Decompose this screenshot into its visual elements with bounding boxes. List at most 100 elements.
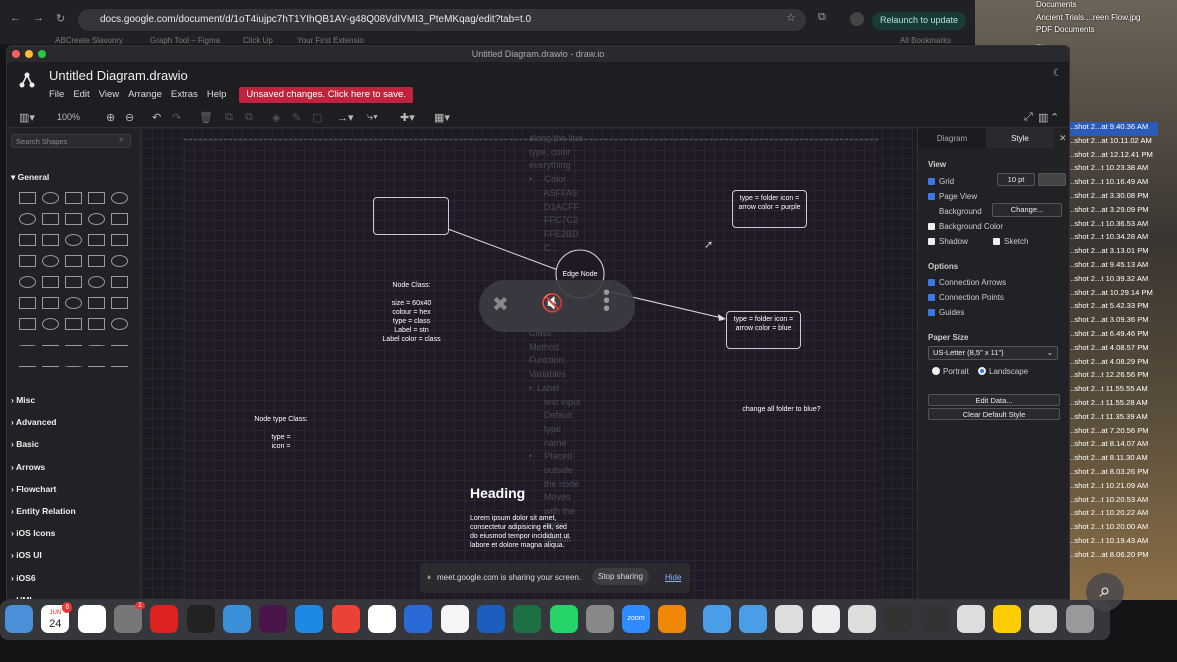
- to-front-icon[interactable]: ⧉: [225, 111, 233, 124]
- shape-item[interactable]: [42, 234, 59, 246]
- shape-item[interactable]: [42, 192, 59, 204]
- guides-checkbox[interactable]: Guides: [928, 308, 964, 317]
- hide-button[interactable]: Hide: [665, 573, 681, 582]
- insert-icon[interactable]: ✚▾: [400, 111, 415, 124]
- fill-color-icon[interactable]: ◈: [272, 111, 280, 124]
- back-icon[interactable]: ←: [10, 12, 21, 24]
- window-thumb-icon[interactable]: [993, 605, 1022, 633]
- word-icon[interactable]: [476, 605, 505, 633]
- shape-item[interactable]: [42, 318, 59, 330]
- background-color-checkbox[interactable]: Background Color: [928, 222, 1003, 231]
- desktop-file[interactable]: PDF Documents: [1036, 25, 1166, 38]
- shape-item[interactable]: [42, 276, 59, 288]
- screenshot-file[interactable]: ...shot 2...at 3.09.36 PM: [1066, 315, 1158, 329]
- shape-item[interactable]: [65, 192, 82, 204]
- screenshot-file[interactable]: ...shot 2...at 8.11.30 AM: [1066, 453, 1158, 467]
- screenshot-file[interactable]: ...shot 2...t 10.20.00 AM: [1066, 522, 1158, 536]
- desktop-file[interactable]: Documents: [1036, 0, 1166, 13]
- shape-item[interactable]: [111, 255, 128, 267]
- node-blue-folder[interactable]: type = folder icon = arrow color = blue: [726, 311, 801, 349]
- window-thumb-icon[interactable]: [920, 605, 949, 633]
- shape-item[interactable]: [88, 297, 105, 309]
- shadow-icon[interactable]: ▢: [312, 111, 322, 124]
- screenshot-file[interactable]: ...shot 2...at 12.12.41 PM: [1066, 150, 1158, 164]
- screenshot-file[interactable]: ...shot 2...t 12.26.56 PM: [1066, 370, 1158, 384]
- to-back-icon[interactable]: ⧉: [245, 111, 253, 124]
- more-options-icon[interactable]: • • •: [603, 283, 610, 319]
- search-shapes-input[interactable]: Search Shapes: [11, 134, 131, 148]
- screenshot-file[interactable]: ...shot 2...at 10.11.02 AM: [1066, 136, 1158, 150]
- shape-item[interactable]: [111, 276, 128, 288]
- theme-icon[interactable]: ☾: [1053, 68, 1062, 79]
- zoom-icon[interactable]: zoom: [622, 605, 651, 633]
- shape-item[interactable]: [65, 276, 82, 288]
- extensions-icon[interactable]: ⧉: [818, 11, 826, 24]
- terminal-icon[interactable]: [186, 605, 215, 633]
- excel-icon[interactable]: [513, 605, 542, 633]
- shape-item[interactable]: [88, 255, 105, 267]
- shape-item[interactable]: [19, 192, 36, 204]
- menu-view[interactable]: View: [99, 87, 119, 103]
- section-general[interactable]: ▾ General: [11, 172, 49, 183]
- shape-item[interactable]: [88, 234, 105, 246]
- menu-arrange[interactable]: Arrange: [128, 87, 162, 103]
- lorem-text[interactable]: Lorem ipsum dolor sit amet, consectetur …: [470, 514, 569, 550]
- section-ios6[interactable]: › iOS6: [11, 573, 36, 583]
- section-ios-ui[interactable]: › iOS UI: [11, 550, 42, 560]
- screenshot-file[interactable]: ...shot 2...at 5.42.33 PM: [1066, 301, 1158, 315]
- docker-icon[interactable]: [222, 605, 251, 633]
- toggle-panel-icon[interactable]: ▥: [1038, 111, 1048, 124]
- document-title[interactable]: Untitled Diagram.drawio: [49, 68, 188, 83]
- settings-icon[interactable]: 1: [113, 602, 145, 633]
- screenshot-file[interactable]: ...shot 2...at 8.03.26 PM: [1066, 467, 1158, 481]
- sketch-checkbox[interactable]: Sketch: [993, 237, 1028, 246]
- reminders-icon[interactable]: [77, 605, 106, 633]
- shape-item[interactable]: [65, 297, 82, 309]
- section-advanced[interactable]: › Advanced: [11, 417, 57, 427]
- section-flowchart[interactable]: › Flowchart: [11, 484, 56, 494]
- screenshot-file[interactable]: ...shot 2...t 10.20.22 AM: [1066, 508, 1158, 522]
- diagram-canvas[interactable]: along the line type, color everything • …: [142, 128, 917, 599]
- shape-item[interactable]: [19, 366, 36, 367]
- menu-file[interactable]: File: [49, 87, 64, 103]
- grid-color-button[interactable]: [1038, 173, 1066, 186]
- shape-item[interactable]: [111, 192, 128, 204]
- menu-help[interactable]: Help: [207, 87, 227, 103]
- redo-icon[interactable]: ↷: [172, 111, 181, 124]
- screenshot-file[interactable]: ...shot 2...at 10.29.14 PM: [1066, 288, 1158, 302]
- zoom-magnifier-icon[interactable]: ⌕: [1086, 573, 1124, 611]
- shape-item[interactable]: [19, 234, 36, 246]
- connection-icon[interactable]: →▾: [337, 111, 354, 124]
- collapse-icon[interactable]: ⌃: [1050, 111, 1059, 124]
- shape-item[interactable]: [19, 318, 36, 330]
- screenshot-file[interactable]: ...shot 2...at 3.29.09 PM: [1066, 205, 1158, 219]
- tab-style[interactable]: Style: [986, 128, 1054, 148]
- blank-node[interactable]: [373, 197, 449, 235]
- drag-handle-icon[interactable]: ⏸: [427, 573, 431, 583]
- maximize-window-icon[interactable]: [38, 50, 46, 58]
- shape-item[interactable]: [65, 318, 82, 330]
- star-icon[interactable]: ☆: [786, 11, 796, 24]
- shape-item[interactable]: [19, 345, 36, 346]
- shape-item[interactable]: [65, 213, 82, 225]
- menu-edit[interactable]: Edit: [73, 87, 89, 103]
- grid-checkbox[interactable]: Grid: [928, 177, 954, 186]
- bookmark-1[interactable]: ABCreate Slavonry: [55, 36, 123, 45]
- url-bar[interactable]: docs.google.com/document/d/1oT4iujpc7hT1…: [78, 9, 806, 31]
- calendar-icon[interactable]: JUN 24 6: [41, 602, 73, 633]
- fullscreen-icon[interactable]: ⤢: [1024, 111, 1033, 124]
- shape-item[interactable]: [88, 192, 105, 204]
- shape-item[interactable]: [111, 234, 128, 246]
- shape-item[interactable]: [111, 366, 128, 367]
- drawio-icon[interactable]: [658, 605, 687, 633]
- all-bookmarks[interactable]: All Bookmarks: [900, 36, 951, 45]
- screenshot-file[interactable]: ...shot 2...t 10.16.49 AM: [1066, 177, 1158, 191]
- shape-item[interactable]: [65, 345, 82, 346]
- shape-item[interactable]: [42, 297, 59, 309]
- connection-arrows-checkbox[interactable]: Connection Arrows: [928, 278, 1006, 287]
- window-thumb-icon[interactable]: [884, 605, 913, 633]
- shape-item[interactable]: [88, 276, 105, 288]
- window-thumb-icon[interactable]: [847, 605, 876, 633]
- screenshot-file[interactable]: ...shot 2...at 3.30.08 PM: [1066, 191, 1158, 205]
- desktop-file[interactable]: Ancient Trials....reen Flow.jpg: [1036, 13, 1166, 26]
